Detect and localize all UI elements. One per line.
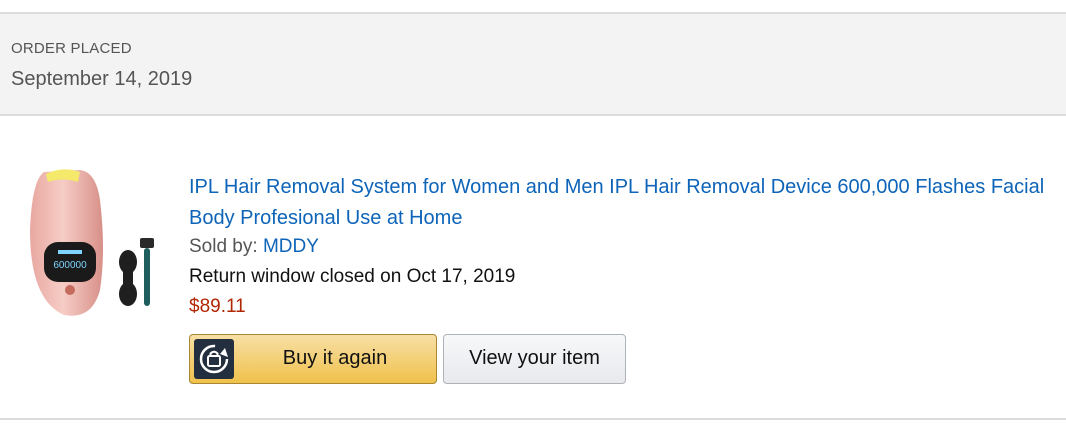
bottom-divider bbox=[0, 418, 1066, 420]
device-display-text: 600000 bbox=[53, 260, 87, 271]
order-placed-label: ORDER PLACED bbox=[11, 40, 132, 57]
product-image[interactable]: 600000 bbox=[22, 160, 162, 325]
sold-by: Sold by: MDDY bbox=[189, 236, 319, 258]
return-window-status: Return window closed on Oct 17, 2019 bbox=[189, 266, 516, 287]
order-date: September 14, 2019 bbox=[11, 68, 193, 90]
repeat-bag-icon bbox=[194, 339, 234, 379]
product-title-link[interactable]: IPL Hair Removal System for Women and Me… bbox=[189, 172, 1059, 234]
buy-it-again-button[interactable]: Buy it again bbox=[189, 334, 437, 384]
view-your-item-button[interactable]: View your item bbox=[443, 334, 626, 384]
buy-it-again-label: Buy it again bbox=[282, 347, 388, 369]
seller-link[interactable]: MDDY bbox=[263, 236, 319, 257]
order-card: ORDER PLACED September 14, 2019 600000 I… bbox=[0, 0, 1066, 428]
sold-by-label: Sold by: bbox=[189, 236, 258, 257]
item-price: $89.11 bbox=[189, 296, 246, 317]
order-header: ORDER PLACED September 14, 2019 bbox=[0, 12, 1066, 116]
view-your-item-label: View your item bbox=[469, 347, 600, 369]
